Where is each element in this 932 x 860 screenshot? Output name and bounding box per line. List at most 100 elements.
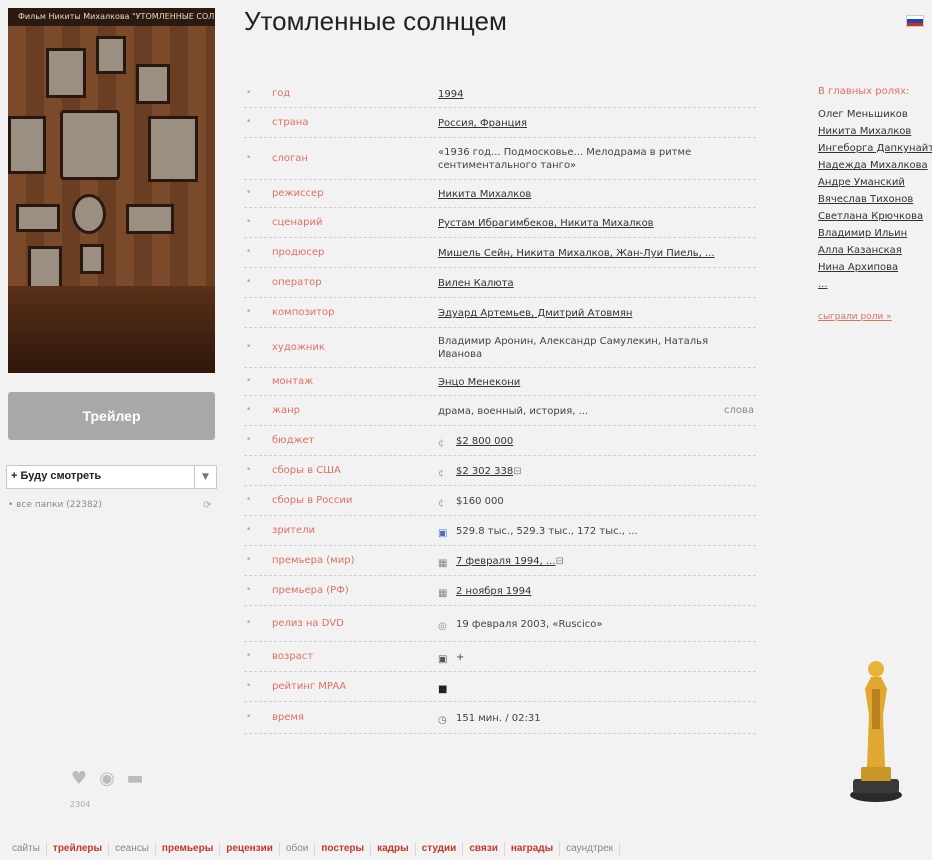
info-row: • премьера (РФ) ▦ 2 ноября 1994	[244, 576, 756, 606]
nav-link[interactable]: обои	[280, 842, 316, 856]
nav-link[interactable]: сайты	[6, 842, 47, 856]
info-label: сценарий	[272, 217, 323, 228]
keywords-link[interactable]: слова	[724, 405, 754, 416]
info-value-text[interactable]: $2 800 000	[456, 436, 513, 447]
money-icon: ¢	[438, 438, 445, 449]
info-value[interactable]: 1994	[438, 88, 738, 101]
info-label: монтаж	[272, 376, 314, 387]
info-value[interactable]: ¢ $2 302 338⊟	[438, 465, 738, 479]
row-bullet: •	[246, 618, 252, 628]
row-bullet: •	[246, 277, 252, 287]
expand-icon[interactable]: ⊟	[556, 556, 564, 567]
nav-link[interactable]: связи	[463, 842, 505, 856]
row-bullet: •	[246, 525, 252, 535]
info-value-text[interactable]: Россия, Франция	[438, 118, 527, 129]
cast-item[interactable]: Ингеборга Дапкунайте	[818, 143, 932, 154]
info-value[interactable]: ¢ $2 800 000	[438, 435, 738, 449]
chevron-down-icon[interactable]: ▼	[194, 466, 216, 488]
info-value[interactable]: Россия, Франция	[438, 117, 738, 130]
info-value-text: драма, военный, история, ...	[438, 406, 589, 417]
cast-item[interactable]: Никита Михалков	[818, 126, 932, 137]
info-value: ▣ 529.8 тыс., 529.3 тыс., 172 тыс., ...	[438, 525, 738, 539]
poster-frame	[148, 116, 198, 182]
film-poster[interactable]: Фильм Никиты Михалкова "УТОМЛЕННЫЕ СОЛНЦ…	[8, 8, 215, 373]
info-value[interactable]: ▦ 7 февраля 1994, ...⊟	[438, 555, 738, 569]
info-label: премьера (мир)	[272, 555, 355, 566]
cast-item[interactable]: Олег Меньшиков	[818, 109, 932, 120]
info-value-text: 19 февраля 2003, «Ruscico»	[456, 619, 603, 630]
info-value-text[interactable]: 1994	[438, 89, 463, 100]
row-bullet: •	[246, 465, 252, 475]
info-value-text[interactable]: Эдуард Артемьев, Дмитрий Атовмян	[438, 308, 632, 319]
cast-item[interactable]: Светлана Крючкова	[818, 211, 932, 222]
cast-item[interactable]: Нина Архипова	[818, 262, 932, 273]
cast-item[interactable]: ...	[818, 279, 932, 290]
eye-icon[interactable]: ◉	[96, 770, 118, 788]
info-row: • сборы в США ¢ $2 302 338⊟	[244, 456, 756, 486]
oscar-award-icon	[850, 661, 902, 802]
nav-link[interactable]: постеры	[315, 842, 372, 856]
nav-link[interactable]: сеансы	[109, 842, 156, 856]
info-value[interactable]: Энцо Менекони	[438, 376, 738, 389]
info-value-text[interactable]: 7 февраля 1994, ...	[456, 556, 556, 567]
cast-item[interactable]: Владимир Ильин	[818, 228, 932, 239]
cast-item[interactable]: Вячеслав Тихонов	[818, 194, 932, 205]
row-bullet: •	[246, 188, 252, 198]
money-icon: ¢	[438, 468, 445, 479]
nav-link[interactable]: премьеры	[156, 842, 221, 856]
poster-frame	[16, 204, 60, 232]
expand-icon[interactable]: ⊟	[513, 466, 521, 477]
info-value: ¢ $160 000	[438, 495, 738, 509]
info-row: • режиссер Никита Михалков	[244, 180, 756, 208]
info-label: зрители	[272, 525, 316, 536]
info-value-text[interactable]: Рустам Ибрагимбеков, Никита Михалков	[438, 218, 654, 229]
row-bullet: •	[246, 405, 252, 415]
film-info-table: • год 1994 • страна Россия, Франция • слоган «19…	[244, 80, 756, 734]
film-page: Фильм Никиты Михалкова "УТОМЛЕННЫЕ СОЛНЦ…	[0, 0, 932, 860]
nav-link[interactable]: трейлеры	[47, 842, 110, 856]
info-value-text[interactable]: Энцо Менекони	[438, 377, 520, 388]
nav-link[interactable]: рецензии	[220, 842, 280, 856]
info-value-text[interactable]: Мишель Сейн, Никита Михалков, Жан-Луи Пи…	[438, 248, 715, 259]
info-value-text[interactable]: Вилен Калюта	[438, 278, 514, 289]
watch-later-select[interactable]: + Буду смотреть ▼	[6, 465, 217, 489]
cast-item[interactable]: Надежда Михалкова	[818, 160, 932, 171]
info-row: • зрители ▣ 529.8 тыс., 529.3 тыс., 172 тыс…	[244, 516, 756, 546]
cast-item[interactable]: Алла Казанская	[818, 245, 932, 256]
info-value[interactable]: Никита Михалков	[438, 188, 738, 201]
info-value-text[interactable]: $2 302 338	[456, 466, 513, 477]
refresh-icon[interactable]: ⟳	[203, 500, 211, 511]
nav-link[interactable]: студии	[416, 842, 464, 856]
trailer-button[interactable]: Трейлер	[8, 392, 215, 440]
info-value-text[interactable]: 2 ноября 1994	[456, 586, 531, 597]
row-bullet: •	[246, 88, 252, 98]
info-value[interactable]: Эдуард Артемьев, Дмитрий Атовмян	[438, 307, 738, 320]
row-bullet: •	[246, 217, 252, 227]
poster-frame	[136, 64, 170, 104]
info-row: • оператор Вилен Калюта	[244, 268, 756, 298]
more-roles-link[interactable]: сыграли роли »	[818, 312, 932, 322]
info-value[interactable]: ▦ 2 ноября 1994	[438, 585, 738, 599]
info-row: • продюсер Мишель Сейн, Никита Михалков, Ж…	[244, 238, 756, 268]
info-row: • страна Россия, Франция	[244, 108, 756, 138]
info-value[interactable]: Вилен Калюта	[438, 277, 738, 290]
info-row: • монтаж Энцо Менекони	[244, 368, 756, 396]
info-value[interactable]: Мишель Сейн, Никита Михалков, Жан-Луи Пи…	[438, 247, 738, 260]
heart-icon[interactable]: ♥	[68, 770, 90, 788]
nav-link[interactable]: саундтрек	[560, 842, 621, 856]
info-value: ◎ 19 февраля 2003, «Ruscico»	[438, 618, 738, 632]
info-label: жанр	[272, 405, 301, 416]
nav-link[interactable]: награды	[505, 842, 561, 856]
info-value-text[interactable]: Никита Михалков	[438, 189, 531, 200]
disc-icon: ◎	[438, 621, 447, 632]
row-bullet: •	[246, 307, 252, 317]
all-lists-link[interactable]: • все папки (22382)	[8, 500, 102, 510]
votes-count: 2304	[70, 800, 91, 809]
cast-item[interactable]: Андре Уманский	[818, 177, 932, 188]
row-bullet: •	[246, 585, 252, 595]
comment-icon[interactable]: ▬	[124, 770, 146, 788]
info-value: Владимир Аронин, Александр Самулекин, На…	[438, 335, 738, 361]
nav-link[interactable]: кадры	[371, 842, 416, 856]
info-value-text: Владимир Аронин, Александр Самулекин, На…	[438, 336, 709, 360]
info-value[interactable]: Рустам Ибрагимбеков, Никита Михалков	[438, 217, 738, 230]
